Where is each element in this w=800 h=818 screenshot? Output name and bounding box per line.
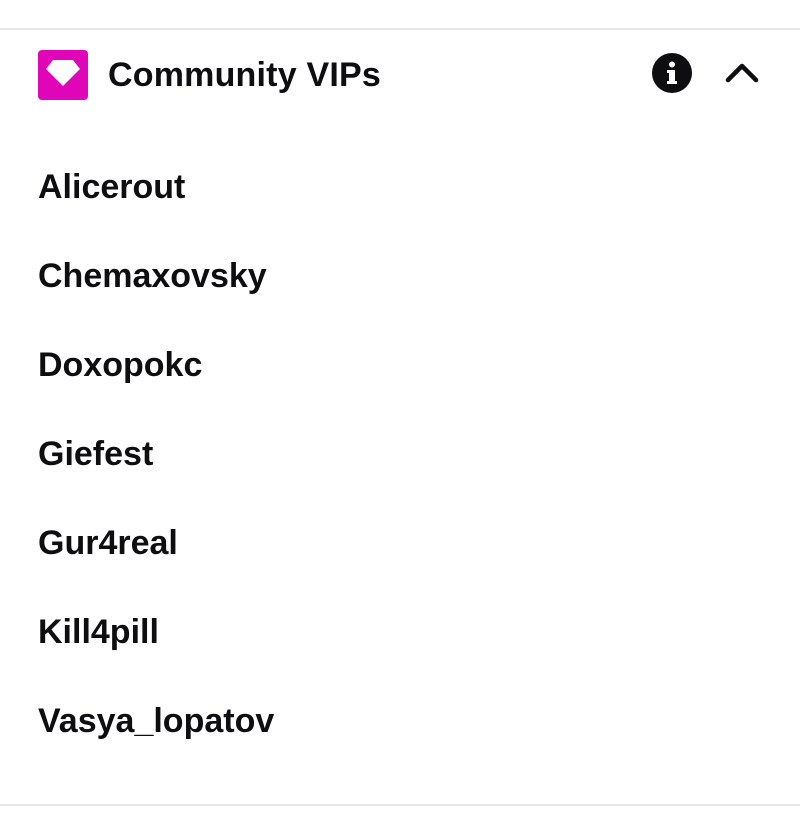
vip-list-item[interactable]: Alicerout: [38, 155, 274, 244]
diamond-icon: [44, 58, 82, 93]
vip-list-item[interactable]: Doxopokc: [38, 333, 274, 422]
vip-list-item[interactable]: Kill4pill: [38, 600, 274, 689]
section-header: Community VIPs: [38, 50, 762, 100]
vip-badge: [38, 50, 88, 100]
collapse-button[interactable]: [722, 55, 762, 95]
vip-list-item[interactable]: Chemaxovsky: [38, 244, 274, 333]
vip-list-item[interactable]: Gur4real: [38, 511, 274, 600]
chevron-up-icon: [725, 62, 759, 89]
info-button[interactable]: [652, 52, 692, 98]
section-title: Community VIPs: [108, 55, 381, 94]
info-icon: [652, 52, 692, 98]
vip-list: Alicerout Chemaxovsky Doxopokc Giefest G…: [38, 155, 274, 778]
vip-list-item[interactable]: Giefest: [38, 422, 274, 511]
vip-list-item[interactable]: Vasya_lopatov: [38, 689, 274, 778]
bottom-divider: [0, 804, 800, 806]
top-divider: [0, 28, 800, 30]
header-actions: [652, 52, 762, 98]
